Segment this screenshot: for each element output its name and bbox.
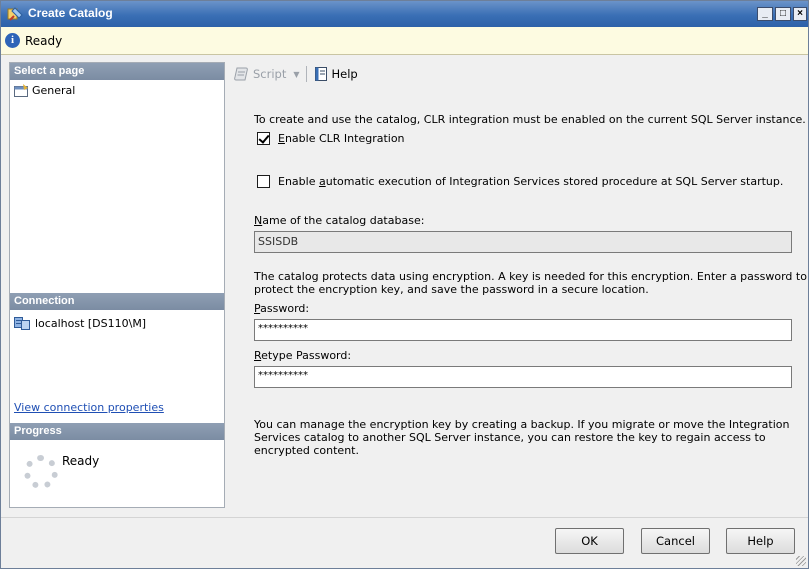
server-connection-icon (14, 317, 30, 330)
resize-grip-icon[interactable] (796, 556, 806, 566)
encryption-text-line1: The catalog protects data using encrypti… (254, 270, 807, 283)
retype-password-label: Retype Password: (254, 349, 351, 362)
catalog-app-icon (7, 7, 23, 21)
create-catalog-window: Create Catalog _ □ × i Ready Select a pa… (0, 0, 809, 569)
clr-intro-text: To create and use the catalog, CLR integ… (254, 113, 806, 126)
accel-key: E (278, 132, 285, 145)
accel-key: N (254, 214, 263, 227)
script-button[interactable]: Script ▼ (230, 64, 304, 84)
label-text: assword: (260, 302, 310, 315)
status-text: Ready (25, 34, 63, 48)
window-title: Create Catalog (28, 6, 113, 20)
progress-header: Progress (10, 423, 224, 440)
auto-execution-label: Enable automatic execution of Integratio… (278, 175, 783, 188)
select-page-header: Select a page (10, 63, 224, 80)
password-input[interactable]: ********** (254, 319, 792, 341)
help-button[interactable]: Help (726, 528, 795, 554)
password-label: Password: (254, 302, 309, 315)
info-icon: i (5, 33, 20, 48)
enable-clr-check-box[interactable] (257, 132, 270, 145)
maximize-button[interactable]: □ (775, 7, 791, 21)
accel-key: a (318, 175, 326, 188)
help-label: Help (331, 67, 358, 81)
catalog-database-name-field[interactable]: SSISDB (254, 231, 792, 253)
label-text: ame of the catalog database: (262, 214, 425, 227)
encryption-note-line3: encrypted content. (254, 444, 359, 457)
ok-button[interactable]: OK (555, 528, 624, 554)
connection-header: Connection (10, 293, 224, 310)
label-text: utomatic execution of Integration Servic… (325, 175, 784, 188)
view-connection-properties-link[interactable]: View connection properties (14, 401, 164, 414)
encryption-text-line2: protect the encryption key, and save the… (254, 283, 649, 296)
close-button[interactable]: × (793, 7, 807, 21)
encryption-note-line2: Services catalog to another SQL Server i… (254, 431, 766, 444)
script-icon (234, 67, 248, 81)
label-text: nable CLR Integration (284, 132, 405, 145)
toolbar-separator (305, 66, 307, 82)
cancel-button[interactable]: Cancel (641, 528, 710, 554)
status-bar: i Ready (1, 27, 808, 55)
encryption-note-line1: You can manage the encryption key by cre… (254, 418, 790, 431)
script-label: Script (253, 67, 287, 81)
label-prefix: Enable (278, 175, 319, 188)
retype-password-input[interactable]: ********** (254, 366, 792, 388)
page-item-label: General (32, 83, 76, 97)
general-page-content: To create and use the catalog, CLR integ… (230, 86, 807, 508)
enable-clr-label: Enable CLR Integration (278, 132, 405, 145)
toolbar: Script ▼ Help (230, 62, 802, 86)
help-book-icon (314, 67, 327, 81)
auto-execution-check-box[interactable] (257, 175, 270, 188)
label-text: etype Password: (261, 349, 352, 362)
progress-text: Ready (62, 454, 100, 468)
enable-clr-checkbox[interactable]: Enable CLR Integration (257, 132, 405, 145)
chevron-down-icon[interactable]: ▼ (293, 70, 299, 79)
progress-spinner-icon (24, 455, 58, 489)
title-bar[interactable]: Create Catalog _ □ × (1, 1, 808, 27)
auto-execution-checkbox[interactable]: Enable automatic execution of Integratio… (257, 175, 783, 188)
minimize-button[interactable]: _ (757, 7, 773, 21)
db-name-label: Name of the catalog database: (254, 214, 424, 227)
page-item-general[interactable]: General (14, 82, 75, 98)
connection-label: localhost [DS110\M] (35, 316, 147, 330)
left-pane: Select a page General Connection localho… (9, 62, 225, 508)
general-page-icon (14, 83, 28, 97)
connection-item: localhost [DS110\M] (14, 316, 146, 330)
help-toolbar-button[interactable]: Help (309, 64, 362, 84)
